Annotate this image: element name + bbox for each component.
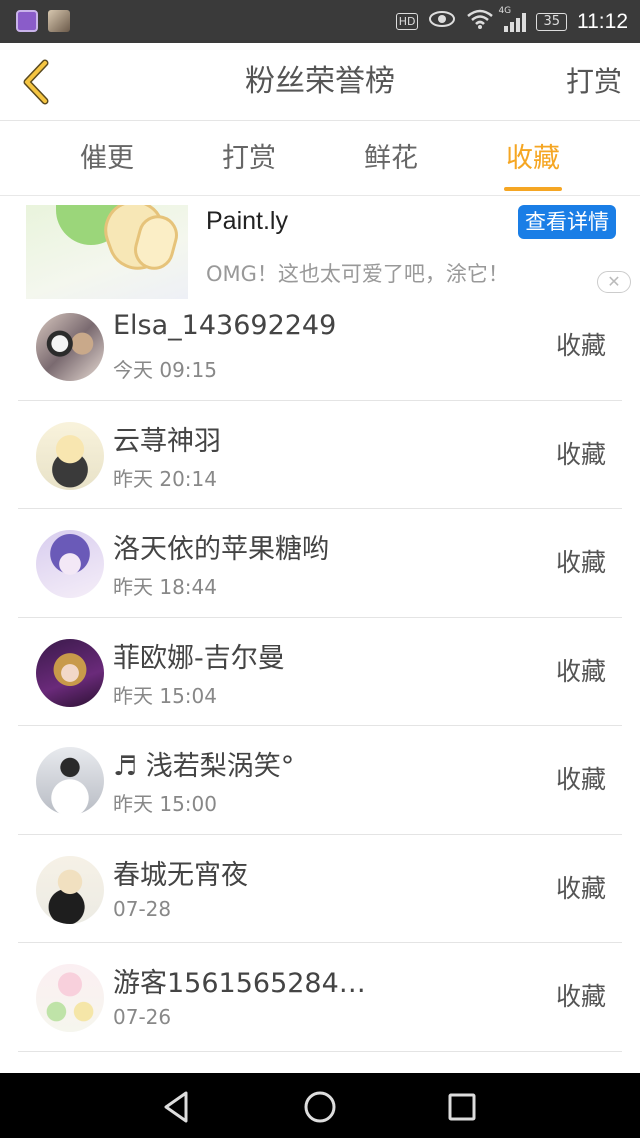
- app-notification-icon: [16, 10, 38, 32]
- tab-urge[interactable]: 催更: [36, 122, 178, 195]
- list-item-name: 游客1561565284…: [113, 968, 366, 999]
- ad-banner[interactable]: Paint.ly 查看详情 OMG！这也太可爱了吧，涂它！ ✕: [0, 197, 640, 303]
- list-item-action: 收藏: [555, 982, 606, 1011]
- list-item[interactable]: ♬ 浅若梨涡笑° 昨天 15:00 收藏: [18, 726, 622, 835]
- tab-bar: 催更 打赏 鲜花 收藏: [0, 122, 640, 196]
- list-item-name: 菲欧娜-吉尔曼: [113, 642, 285, 674]
- network-type: 4G: [498, 5, 512, 16]
- close-icon[interactable]: ✕: [597, 271, 631, 293]
- avatar: [36, 530, 104, 598]
- list-item-name: 洛天依的苹果糖哟: [113, 534, 329, 565]
- home-nav-button[interactable]: [300, 1087, 340, 1127]
- header: 粉丝荣誉榜 打赏: [0, 43, 640, 121]
- tab-reward[interactable]: 打赏: [178, 122, 320, 195]
- list-item[interactable]: 云荨神羽 昨天 20:14 收藏: [18, 401, 622, 509]
- list-item-time: 07-28: [113, 896, 172, 921]
- list-item[interactable]: 菲欧娜-吉尔曼 昨天 15:04 收藏: [18, 618, 622, 726]
- ad-image: [26, 205, 188, 299]
- list-item-action: 收藏: [555, 439, 606, 469]
- ad-title: Paint.ly: [206, 207, 288, 235]
- list-item-name: 春城无宵夜: [113, 859, 248, 891]
- page-title: 粉丝荣誉榜: [245, 64, 395, 99]
- list-item-action: 收藏: [555, 548, 606, 577]
- ad-details-button[interactable]: 查看详情: [518, 205, 616, 239]
- square-recents-icon: [448, 1093, 476, 1121]
- list-item-time: 昨天 15:00: [113, 792, 217, 816]
- list-item-time: 昨天 15:04: [113, 683, 217, 708]
- wifi-icon: [466, 8, 494, 35]
- battery-icon: 35: [536, 12, 567, 31]
- hd-icon: HD: [395, 13, 419, 30]
- list-item-action: 收藏: [555, 656, 606, 686]
- list-item-time: 07-26: [113, 1005, 172, 1029]
- clock: 11:12: [577, 9, 628, 33]
- system-navigation-bar: [0, 1073, 640, 1138]
- tab-favorites[interactable]: 收藏: [462, 122, 604, 195]
- favorites-list: Elsa_143692249 今天 09:15 收藏 云荨神羽 昨天 20:14…: [0, 292, 640, 1138]
- avatar: [36, 313, 104, 381]
- reward-button[interactable]: 打赏: [566, 43, 622, 121]
- tab-flowers[interactable]: 鲜花: [320, 122, 462, 195]
- signal-icon: 4G: [498, 6, 527, 32]
- list-item-name: ♬ 浅若梨涡笑°: [113, 751, 295, 782]
- circle-home-icon: [304, 1091, 336, 1123]
- list-item-time: 今天 09:15: [113, 358, 217, 382]
- status-bar: HD 4G 35 11:12: [0, 0, 640, 43]
- triangle-back-icon: [164, 1091, 188, 1123]
- list-item-action: 收藏: [555, 873, 606, 903]
- list-item-action: 收藏: [555, 331, 606, 360]
- recents-nav-button[interactable]: [442, 1087, 482, 1127]
- ad-description: OMG！这也太可爱了吧，涂它！: [206, 262, 509, 286]
- list-item-time: 昨天 18:44: [113, 575, 217, 599]
- list-item-time: 昨天 20:14: [113, 466, 217, 491]
- list-item[interactable]: 游客1561565284… 07-26 收藏: [18, 943, 622, 1052]
- avatar: [36, 421, 104, 490]
- avatar: [36, 638, 104, 707]
- list-item-action: 收藏: [555, 765, 606, 794]
- list-item[interactable]: 春城无宵夜 07-28 收藏: [18, 835, 622, 943]
- avatar: [36, 747, 104, 815]
- list-item-name: 云荨神羽: [113, 425, 221, 457]
- avatar: [36, 964, 104, 1032]
- list-item[interactable]: Elsa_143692249 今天 09:15 收藏: [18, 292, 622, 401]
- list-item[interactable]: 洛天依的苹果糖哟 昨天 18:44 收藏: [18, 509, 622, 618]
- list-item-name: Elsa_143692249: [113, 310, 337, 341]
- avatar: [36, 855, 104, 924]
- eye-comfort-icon: [428, 9, 456, 34]
- photo-notification-icon: [48, 10, 70, 32]
- back-nav-button[interactable]: [158, 1087, 198, 1127]
- notification-icons: [16, 10, 70, 32]
